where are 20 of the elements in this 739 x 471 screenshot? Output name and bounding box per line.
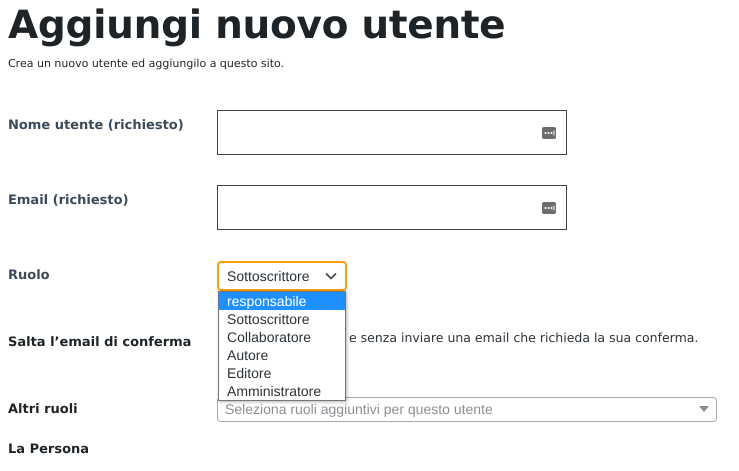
password-manager-icon[interactable] xyxy=(542,200,556,215)
field-label: Nome utente (richiesto) xyxy=(8,117,185,136)
dropdown-arrow-icon xyxy=(699,406,709,412)
input-field[interactable] xyxy=(217,185,567,230)
input-field[interactable] xyxy=(217,110,567,156)
page-description: Crea un nuovo utente ed aggiungilo a questo sito. xyxy=(8,56,286,72)
chevron-down-icon xyxy=(325,272,337,280)
dropdown-option[interactable]: Sottoscrittore xyxy=(219,310,345,328)
field-label: Email (richiesto) xyxy=(8,192,130,210)
checkbox-description: e senza inviare una email che richieda la sua conferma. xyxy=(349,329,698,348)
password-manager-icon[interactable] xyxy=(542,126,556,140)
page-title: Aggiungi nuovo utente xyxy=(8,3,506,50)
dropdown-option[interactable]: Autore xyxy=(219,346,345,364)
dropdown-option[interactable]: Collaboratore xyxy=(219,328,345,346)
role-select[interactable]: Sottoscrittore xyxy=(217,261,347,292)
field-label: Ruolo xyxy=(8,267,51,286)
section-heading: La Persona xyxy=(8,440,90,459)
field-label: Altri ruoli xyxy=(8,400,79,419)
dropdown-option[interactable]: Editore xyxy=(219,364,345,382)
field-label: Salta l’email di conferma xyxy=(8,334,192,352)
